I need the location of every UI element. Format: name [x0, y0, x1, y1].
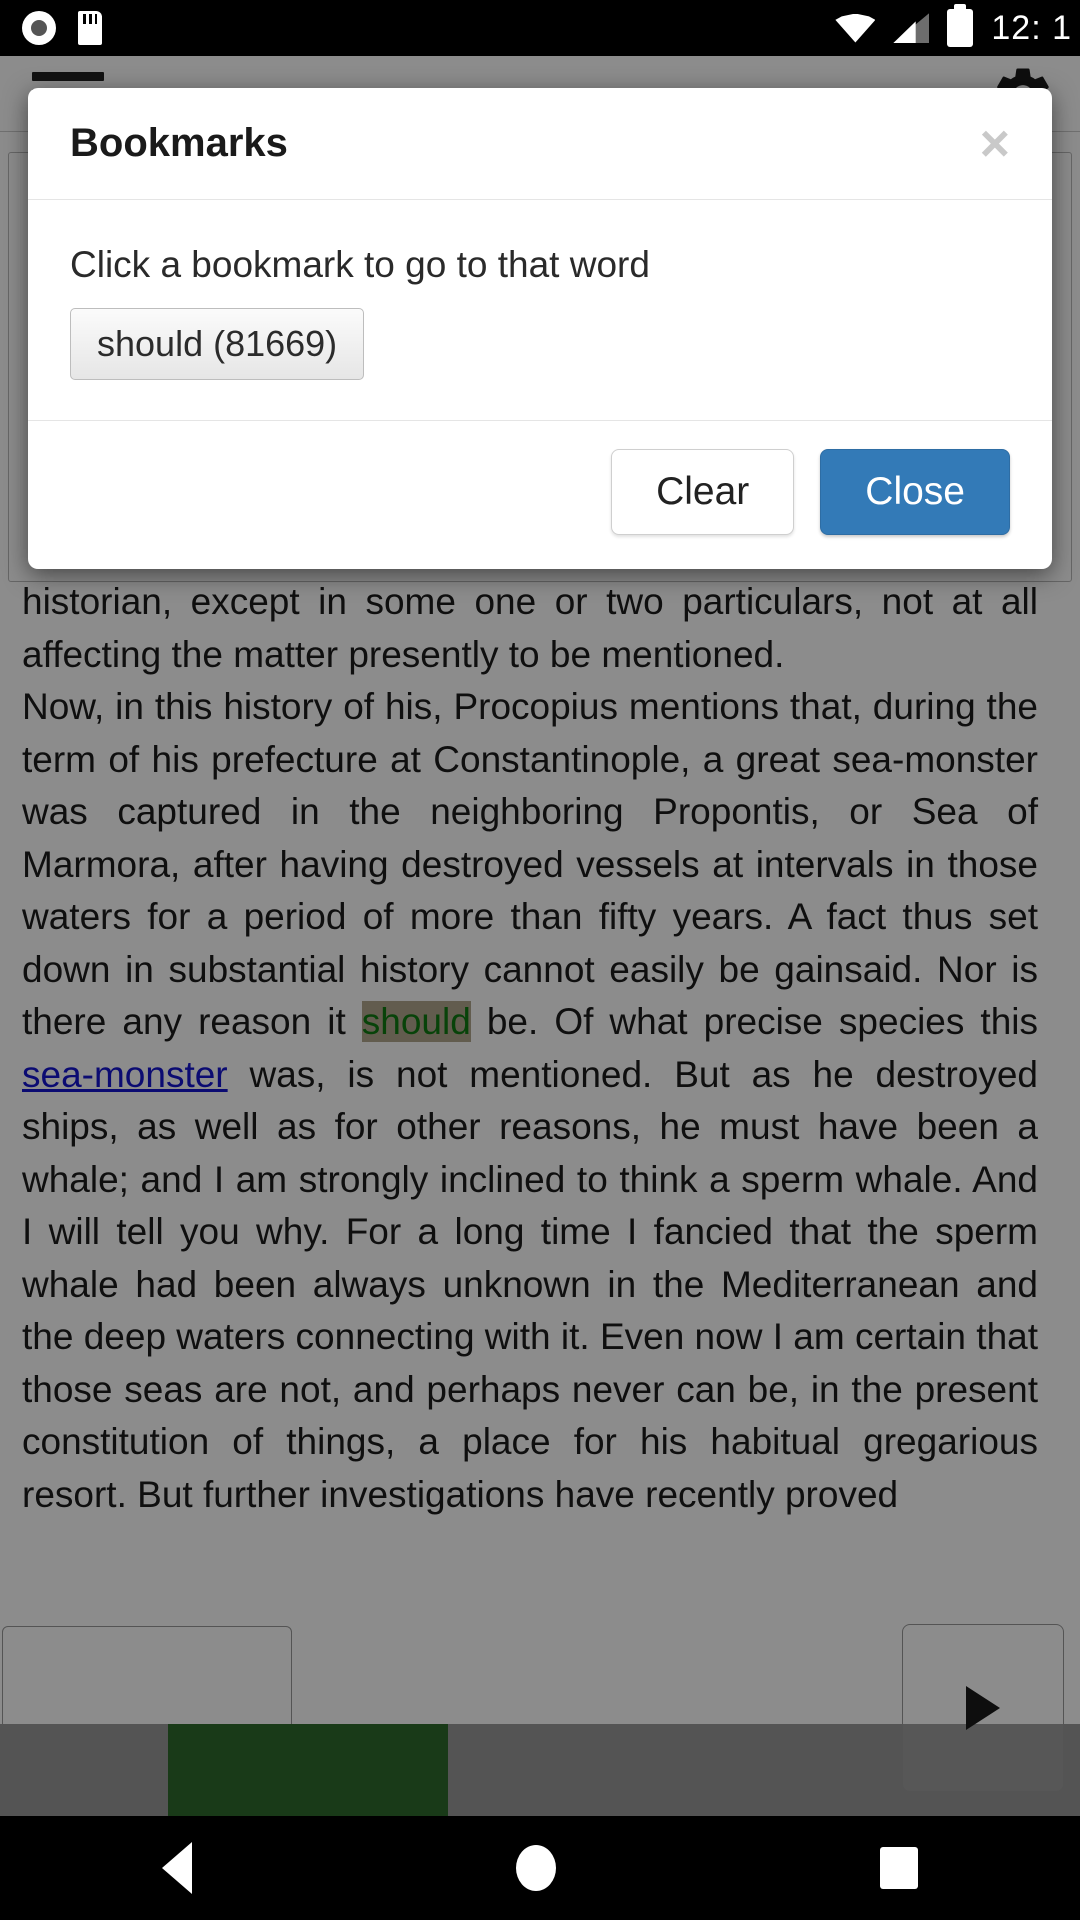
bookmark-item-should[interactable]: should (81669) — [70, 308, 365, 380]
record-icon — [22, 11, 56, 45]
home-nav-icon[interactable] — [516, 1845, 556, 1891]
android-nav-bar — [0, 1816, 1080, 1920]
signal-icon — [893, 13, 930, 43]
close-button[interactable]: Close — [820, 449, 1010, 535]
dialog-hint-text: Click a bookmark to go to that word — [70, 244, 650, 285]
recents-nav-icon[interactable] — [880, 1847, 918, 1889]
status-bar: 12: 1 — [0, 0, 1080, 56]
bookmarks-dialog: Bookmarks × Click a bookmark to go to th… — [28, 88, 1052, 569]
status-bar-clock: 12: 1 — [991, 8, 1072, 47]
dialog-body: Click a bookmark to go to that word shou… — [28, 200, 1052, 421]
clear-button[interactable]: Clear — [611, 449, 795, 535]
battery-icon — [947, 4, 974, 47]
back-nav-icon[interactable] — [162, 1842, 192, 1894]
wifi-icon — [835, 13, 876, 43]
dialog-footer: Clear Close — [28, 421, 1052, 569]
close-icon[interactable]: × — [980, 118, 1010, 170]
dialog-header: Bookmarks × — [28, 88, 1052, 200]
sd-card-icon — [78, 11, 102, 45]
status-bar-left-icons — [0, 11, 102, 45]
dialog-title: Bookmarks — [70, 121, 288, 165]
status-bar-right-icons: 12: 1 — [835, 4, 1080, 48]
